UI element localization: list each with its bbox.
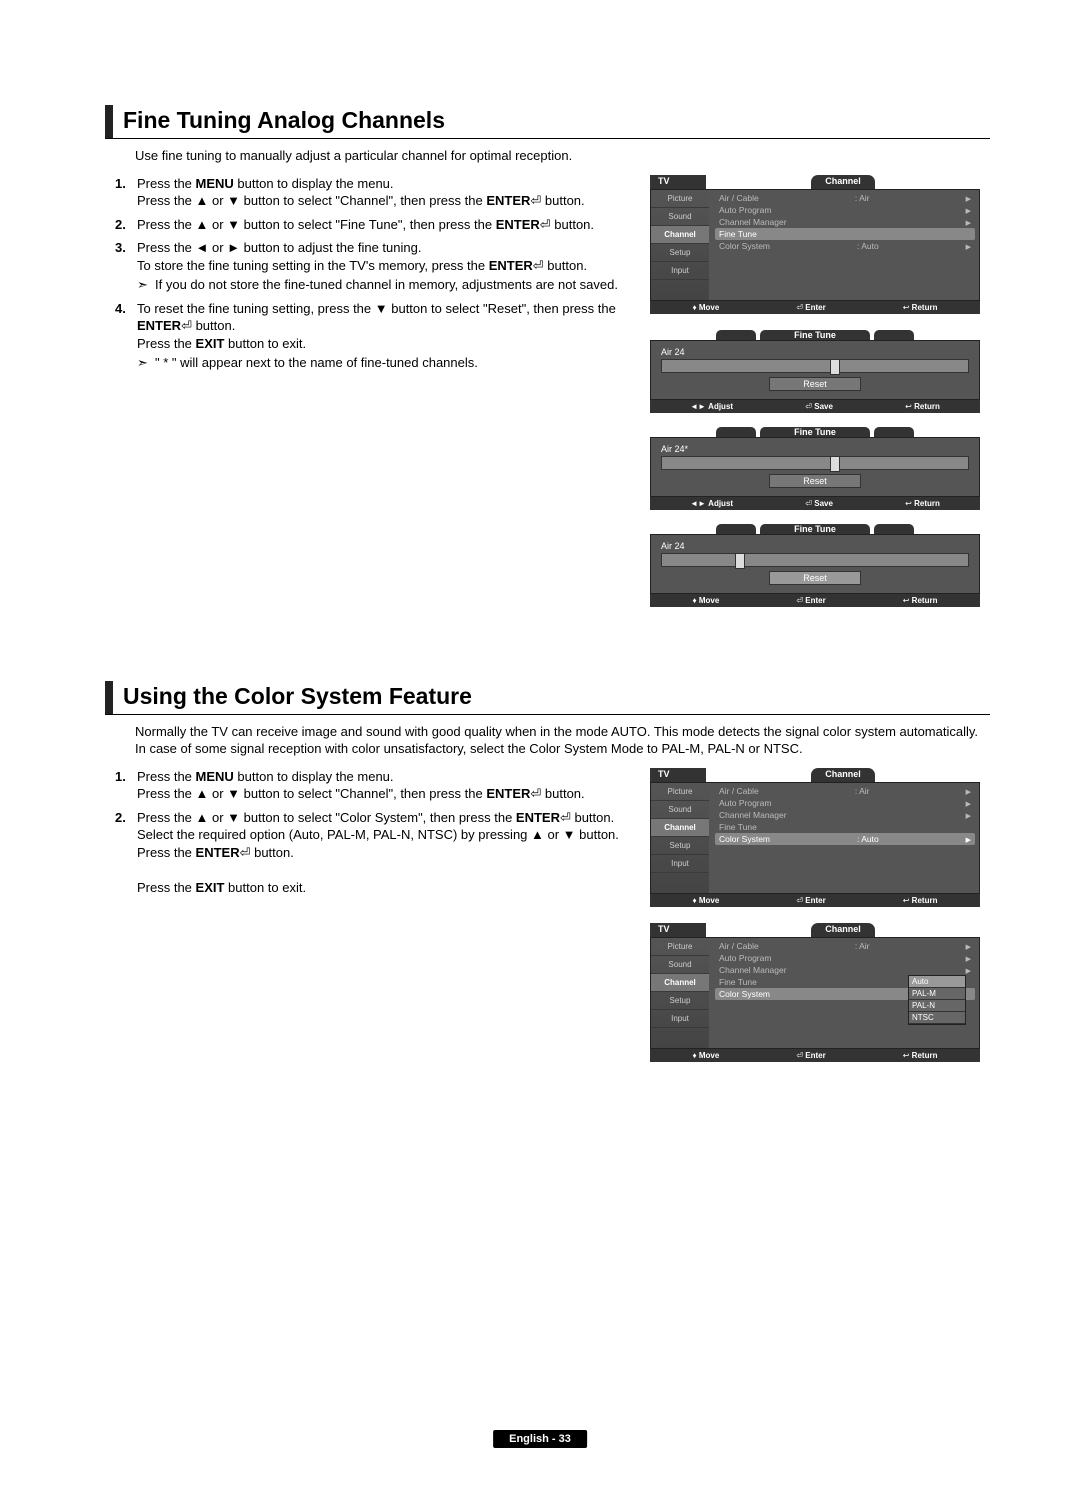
- osd-channel-menu-finetune: TVChannel Picture Sound Channel Setup In…: [650, 175, 980, 314]
- osd-finetune-plus10: Fine Tune Air 24 +10 Reset ◄► Adjust⏎ Sa…: [650, 330, 980, 413]
- page-number: English - 33: [493, 1430, 587, 1448]
- section1-title: Fine Tuning Analog Channels: [105, 105, 445, 138]
- section1-step4-note: " * " will appear next to the name of fi…: [137, 354, 632, 372]
- section1-steps: 1.Press the MENU button to display the m…: [115, 175, 632, 372]
- osd-finetune-reset: Fine Tune Air 24 0 Reset ♦ Move⏎ Enter↩ …: [650, 524, 980, 607]
- section1-step3-note: If you do not store the fine-tuned chann…: [137, 276, 632, 294]
- section2-title: Using the Color System Feature: [105, 681, 472, 714]
- osd-colorsystem-dropdown: TVChannel Picture Sound Channel Setup In…: [650, 923, 980, 1062]
- section2-intro: Normally the TV can receive image and so…: [135, 723, 990, 758]
- osd-channel-menu-colorsystem: TVChannel Picture Sound Channel Setup In…: [650, 768, 980, 907]
- osd-finetune-asterisk: Fine Tune Air 24* +10 Reset ◄► Adjust⏎ S…: [650, 427, 980, 510]
- section1-intro: Use fine tuning to manually adjust a par…: [135, 147, 990, 165]
- section2-steps: 1.Press the MENU button to display the m…: [115, 768, 632, 897]
